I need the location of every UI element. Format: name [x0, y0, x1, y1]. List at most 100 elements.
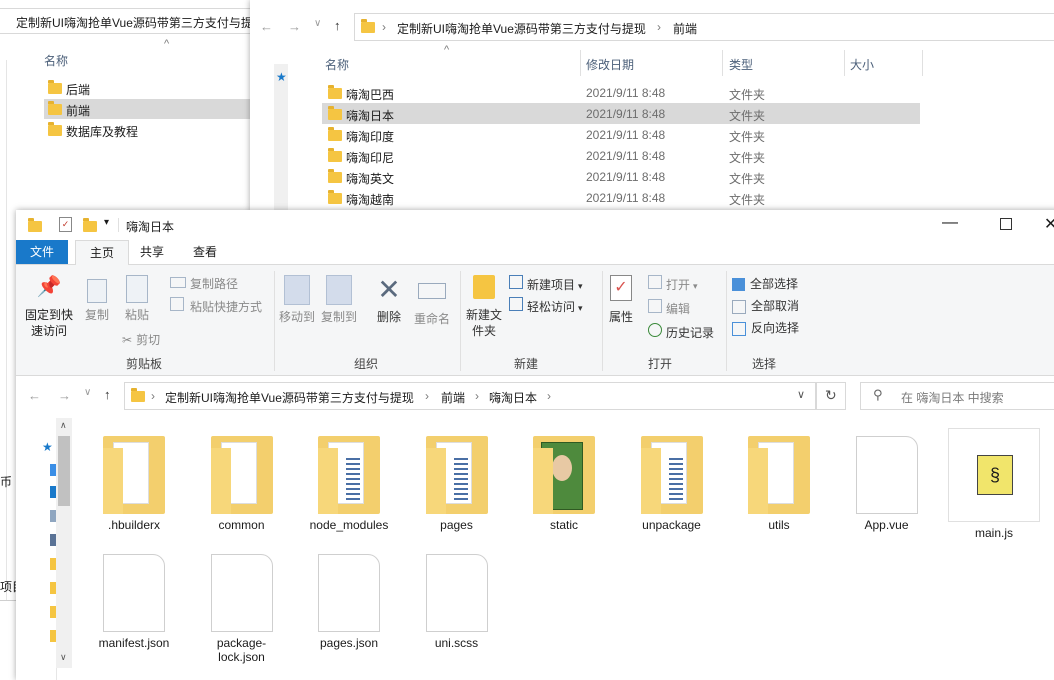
close-icon[interactable]: ✕	[1044, 214, 1054, 234]
back2-col-type[interactable]: 类型	[729, 56, 753, 73]
history-icon	[648, 323, 662, 337]
back1-address-bar[interactable]: 定制新UI嗨淘抢单Vue源码带第三方支付与提	[0, 8, 251, 34]
back2-col-date[interactable]: 修改日期	[586, 56, 634, 73]
paste-shortcut-button[interactable]: 粘贴快捷方式	[170, 297, 262, 315]
back-arrow-icon[interactable]: ←	[260, 19, 273, 34]
tab-file[interactable]: 文件	[16, 240, 69, 264]
paste-button[interactable]: 粘贴	[120, 275, 154, 323]
properties-quick-icon[interactable]: ✓	[59, 217, 72, 232]
scroll-thumb[interactable]	[58, 436, 70, 506]
file-tile[interactable]: uni.scss	[409, 554, 505, 650]
select-all-button[interactable]: 全部选择	[732, 275, 798, 292]
quick-access-dropdown-icon[interactable]: ▾	[104, 217, 109, 228]
file-tile[interactable]: unpackage	[624, 436, 720, 532]
scroll-up-icon[interactable]: ∧	[60, 420, 67, 431]
delete-button[interactable]: ✕ 删除	[372, 275, 406, 325]
file-tile[interactable]: .hbuilderx	[86, 436, 182, 532]
file-tile[interactable]: pages	[409, 436, 505, 532]
back2-table-row[interactable]: 嗨淘越南 2021/9/11 8:48 文件夹	[322, 187, 920, 208]
file-tile[interactable]: static	[516, 436, 612, 532]
edit-label: 编辑	[666, 302, 691, 316]
invert-selection-button[interactable]: 反向选择	[732, 319, 799, 336]
file-tile[interactable]: § main.js	[946, 428, 1042, 540]
file-tile[interactable]: node_modules	[301, 436, 397, 532]
back1-list-item-1[interactable]: 前端	[44, 99, 250, 119]
main-up-arrow-icon[interactable]: ↑	[104, 387, 111, 402]
back2-breadcrumb-1[interactable]: 前端	[673, 20, 697, 37]
up-arrow-icon[interactable]: ↑	[334, 18, 341, 33]
quick-access-star-icon[interactable]: ★	[42, 440, 53, 454]
file-tile-label: package-lock.json	[216, 636, 267, 664]
forward-arrow-icon[interactable]: →	[288, 19, 301, 34]
cut-button[interactable]: ✂ 剪切	[122, 331, 160, 348]
scroll-down-icon[interactable]: ∨	[60, 652, 67, 663]
tab-view-label: 查看	[193, 245, 218, 259]
dropdown-chevron-icon[interactable]: ∨	[314, 18, 321, 29]
main-address-bar[interactable]: › 定制新UI嗨淘抢单Vue源码带第三方支付与提现 › 前端 › 嗨淘日本 › …	[124, 382, 816, 410]
back2-table-row[interactable]: 嗨淘英文 2021/9/11 8:48 文件夹	[322, 166, 920, 187]
select-none-button[interactable]: 全部取消	[732, 297, 799, 314]
copy-button[interactable]: 复制	[80, 279, 114, 323]
new-folder-quick-icon[interactable]	[83, 218, 97, 232]
back2-table-row[interactable]: 嗨淘印度 2021/9/11 8:48 文件夹	[322, 124, 920, 145]
search-icon: ⚲	[873, 387, 883, 402]
properties-button[interactable]: ✓ 属性	[606, 275, 636, 325]
back2-address-bar[interactable]: › 定制新UI嗨淘抢单Vue源码带第三方支付与提现 › 前端	[354, 13, 1018, 41]
back2-table-row[interactable]: 嗨淘日本 2021/9/11 8:48 文件夹	[322, 103, 920, 124]
open-button[interactable]: 打开 ▾	[648, 275, 698, 293]
address-segment-root[interactable]: 定制新UI嗨淘抢单Vue源码带第三方支付与提现	[165, 389, 414, 406]
history-button[interactable]: 历史记录	[648, 323, 714, 341]
move-to-button[interactable]: 移动到	[278, 275, 316, 325]
new-folder-button[interactable]: 新建文件夹	[464, 275, 504, 339]
pin-quick-access-button[interactable]: 📌 固定到快速访问	[20, 277, 78, 339]
main-forward-arrow-icon[interactable]: →	[58, 388, 71, 403]
minimize-icon[interactable]: —	[942, 214, 958, 232]
maximize-icon[interactable]	[1000, 218, 1012, 230]
main-recent-dropdown-icon[interactable]: ∨	[84, 387, 91, 398]
properties-icon: ✓	[610, 275, 632, 301]
refresh-button[interactable]: ↻	[816, 382, 846, 410]
search-box[interactable]: ⚲ 在 嗨淘日本 中搜索	[860, 382, 1054, 410]
pin-icon: ★	[276, 70, 287, 84]
search-input[interactable]: 在 嗨淘日本 中搜索	[901, 389, 1004, 406]
file-tile-label: pages.json	[319, 636, 379, 650]
main-back-arrow-icon[interactable]: ←	[28, 388, 41, 403]
file-icon	[425, 554, 488, 632]
back2-refresh-box[interactable]	[1016, 13, 1054, 41]
back2-table-row[interactable]: 嗨淘巴西 2021/9/11 8:48 文件夹	[322, 82, 920, 103]
file-tile[interactable]: App.vue	[839, 436, 935, 532]
back2-col-name[interactable]: 名称	[325, 56, 349, 73]
file-tile-label: utils	[768, 518, 790, 532]
new-item-button[interactable]: 新建项目 ▾	[509, 275, 583, 293]
edit-button[interactable]: 编辑	[648, 299, 690, 317]
back2-table-row[interactable]: 嗨淘印尼 2021/9/11 8:48 文件夹	[322, 145, 920, 166]
copy-path-button[interactable]: 复制路径	[170, 275, 238, 292]
copy-to-button[interactable]: 复制到	[320, 275, 358, 325]
file-tile[interactable]: package-lock.json	[194, 554, 290, 664]
file-tile[interactable]: pages.json	[301, 554, 397, 650]
folder-icon	[131, 388, 145, 402]
tab-share[interactable]: 共享	[126, 240, 178, 264]
address-segment-frontend[interactable]: 前端	[441, 389, 465, 406]
rename-button[interactable]: 重命名	[410, 275, 454, 327]
address-dropdown-icon[interactable]: ∨	[797, 388, 805, 401]
dropdown-icon: ▾	[578, 281, 583, 291]
nav-scrollbar[interactable]: ∧ ∨	[56, 418, 72, 668]
back1-column-name[interactable]: 名称	[44, 52, 68, 69]
tab-home[interactable]: 主页	[75, 240, 130, 266]
file-tile[interactable]: utils	[731, 436, 827, 532]
back2-breadcrumb-0[interactable]: 定制新UI嗨淘抢单Vue源码带第三方支付与提现	[397, 20, 646, 37]
folder-icon	[533, 436, 595, 514]
back1-list-item-2[interactable]: 数据库及教程	[44, 120, 244, 140]
easy-access-button[interactable]: 轻松访问 ▾	[509, 297, 583, 315]
file-tile[interactable]: common	[194, 436, 290, 532]
breadcrumb-separator-icon: ›	[425, 389, 429, 403]
tab-view[interactable]: 查看	[179, 240, 231, 264]
address-segment-current[interactable]: 嗨淘日本	[489, 389, 537, 406]
back1-breadcrumb: 定制新UI嗨淘抢单Vue源码带第三方支付与提	[16, 16, 251, 30]
back2-col-size[interactable]: 大小	[850, 56, 874, 73]
ribbon: 📌 固定到快速访问 复制 粘贴 复制路径 粘贴快捷方式 ✂剪切 剪贴板 移动到	[16, 265, 1054, 376]
back1-list-item-0[interactable]: 后端	[44, 78, 244, 98]
file-tile[interactable]: manifest.json	[86, 554, 182, 650]
window-title: 嗨淘日本	[126, 220, 175, 234]
